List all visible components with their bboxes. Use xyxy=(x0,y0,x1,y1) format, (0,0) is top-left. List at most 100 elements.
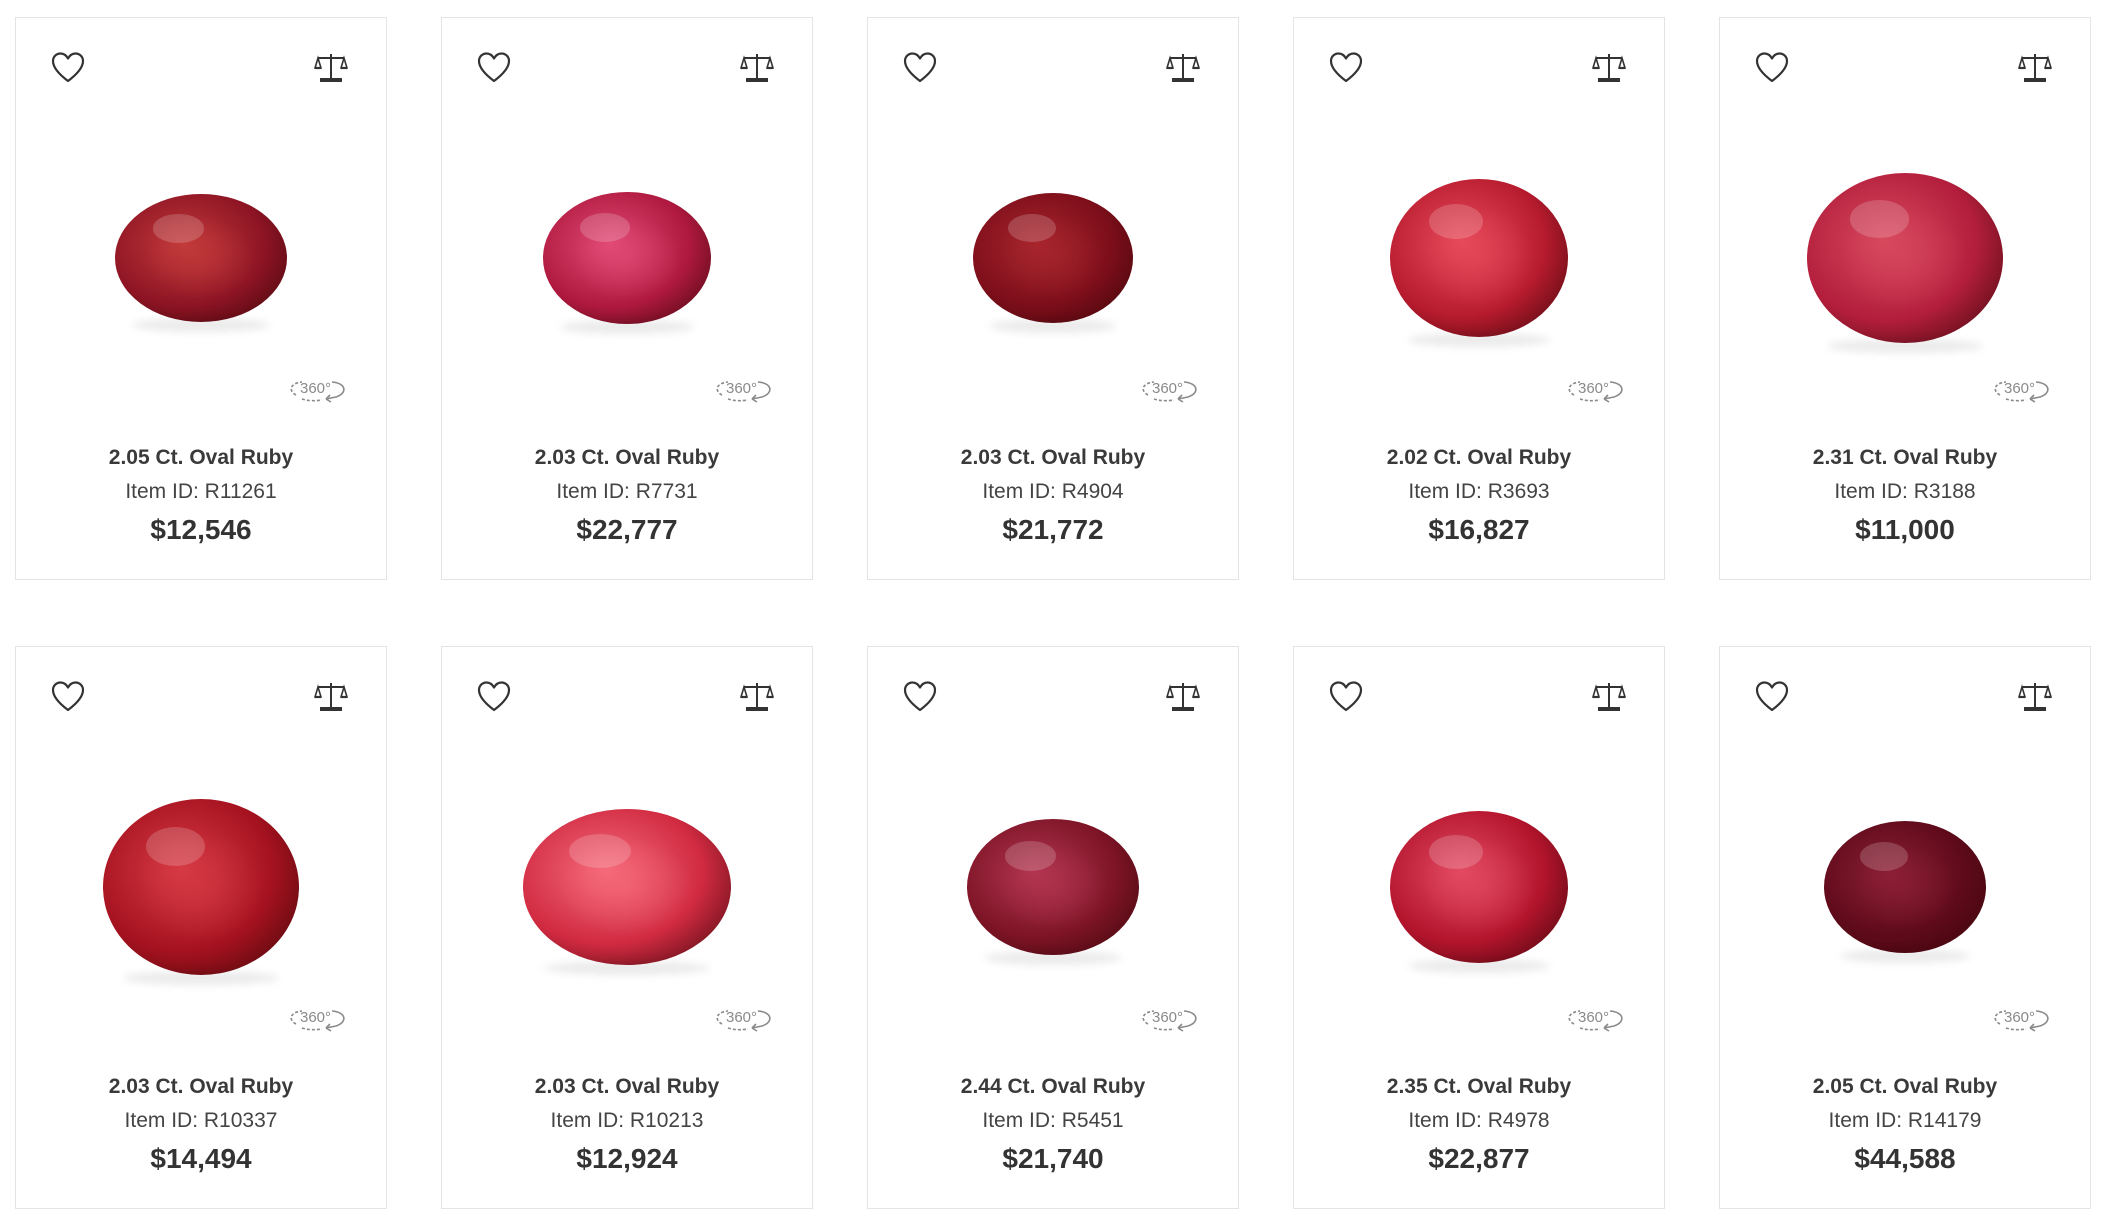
product-grid: 360° 2.05 Ct. Oval Ruby Item ID: R11261 … xyxy=(15,17,2091,1209)
scale-compare-icon[interactable] xyxy=(1166,50,1200,84)
gem-image[interactable] xyxy=(868,138,1238,378)
product-title[interactable]: 2.05 Ct. Oval Ruby xyxy=(1720,1075,2090,1099)
ruby-gem xyxy=(1807,173,2003,353)
gem-image[interactable] xyxy=(442,767,812,1007)
product-item-id: Item ID: R7731 xyxy=(556,480,698,503)
scale-compare-icon[interactable] xyxy=(314,50,348,84)
product-price: $11,000 xyxy=(1855,514,1955,545)
product-title[interactable]: 2.44 Ct. Oval Ruby xyxy=(868,1075,1238,1099)
product-title[interactable]: 2.03 Ct. Oval Ruby xyxy=(442,1075,812,1099)
scale-compare-icon[interactable] xyxy=(740,50,774,84)
rotate-360-label: 360° xyxy=(300,1009,331,1026)
product-price: $14,494 xyxy=(150,1143,252,1174)
product-title[interactable]: 2.35 Ct. Oval Ruby xyxy=(1294,1075,1664,1099)
product-card[interactable]: 360° 2.02 Ct. Oval Ruby Item ID: R3693 $… xyxy=(1293,17,1665,580)
product-card[interactable]: 360° 2.31 Ct. Oval Ruby Item ID: R3188 $… xyxy=(1719,17,2091,580)
gem-image[interactable] xyxy=(1720,138,2090,378)
scale-compare-icon[interactable] xyxy=(1592,50,1626,84)
product-card[interactable]: 360° 2.03 Ct. Oval Ruby Item ID: R10213 … xyxy=(441,646,813,1209)
product-title[interactable]: 2.03 Ct. Oval Ruby xyxy=(442,446,812,470)
product-price: $22,877 xyxy=(1428,1143,1530,1174)
product-item-id: Item ID: R3693 xyxy=(1408,480,1550,503)
ruby-gem xyxy=(1824,821,1986,963)
360-view-icon[interactable]: 360° xyxy=(1564,1002,1626,1038)
gem-image[interactable] xyxy=(442,138,812,378)
rotate-360-label: 360° xyxy=(2004,380,2035,397)
product-card[interactable]: 360° 2.44 Ct. Oval Ruby Item ID: R5451 $… xyxy=(867,646,1239,1209)
product-price: $21,772 xyxy=(1002,514,1104,545)
product-card[interactable]: 360° 2.05 Ct. Oval Ruby Item ID: R14179 … xyxy=(1719,646,2091,1209)
product-item-id: Item ID: R3188 xyxy=(1834,480,1976,503)
product-price: $21,740 xyxy=(1002,1143,1104,1174)
product-price: $12,924 xyxy=(576,1143,678,1174)
360-view-icon[interactable]: 360° xyxy=(1138,373,1200,409)
ruby-gem xyxy=(543,192,711,334)
gem-image[interactable] xyxy=(16,138,386,378)
heart-icon[interactable] xyxy=(902,679,938,715)
product-card[interactable]: 360° 2.03 Ct. Oval Ruby Item ID: R4904 $… xyxy=(867,17,1239,580)
scale-compare-icon[interactable] xyxy=(2018,50,2052,84)
360-view-icon[interactable]: 360° xyxy=(712,373,774,409)
rotate-360-label: 360° xyxy=(726,380,757,397)
360-view-icon[interactable]: 360° xyxy=(1990,373,2052,409)
360-view-icon[interactable]: 360° xyxy=(1138,1002,1200,1038)
gem-image[interactable] xyxy=(868,767,1238,1007)
product-title[interactable]: 2.03 Ct. Oval Ruby xyxy=(16,1075,386,1099)
heart-icon[interactable] xyxy=(1328,50,1364,86)
heart-icon[interactable] xyxy=(476,50,512,86)
heart-icon[interactable] xyxy=(50,50,86,86)
product-item-id: Item ID: R10337 xyxy=(124,1109,278,1132)
rotate-360-label: 360° xyxy=(300,380,331,397)
ruby-gem xyxy=(523,809,731,975)
product-title[interactable]: 2.03 Ct. Oval Ruby xyxy=(868,446,1238,470)
product-price: $44,588 xyxy=(1854,1143,1956,1174)
scale-compare-icon[interactable] xyxy=(740,679,774,713)
scale-compare-icon[interactable] xyxy=(2018,679,2052,713)
ruby-gem xyxy=(967,819,1139,965)
heart-icon[interactable] xyxy=(50,679,86,715)
heart-icon[interactable] xyxy=(476,679,512,715)
ruby-gem xyxy=(1390,811,1568,973)
360-view-icon[interactable]: 360° xyxy=(286,1002,348,1038)
product-item-id: Item ID: R4904 xyxy=(982,480,1124,503)
360-view-icon[interactable]: 360° xyxy=(286,373,348,409)
scale-compare-icon[interactable] xyxy=(314,679,348,713)
ruby-gem xyxy=(1390,179,1568,347)
rotate-360-label: 360° xyxy=(1578,380,1609,397)
product-price: $22,777 xyxy=(576,514,678,545)
scale-compare-icon[interactable] xyxy=(1592,679,1626,713)
gem-image[interactable] xyxy=(1720,767,2090,1007)
360-view-icon[interactable]: 360° xyxy=(1564,373,1626,409)
product-card[interactable]: 360° 2.03 Ct. Oval Ruby Item ID: R10337 … xyxy=(15,646,387,1209)
gem-image[interactable] xyxy=(1294,767,1664,1007)
product-card[interactable]: 360° 2.05 Ct. Oval Ruby Item ID: R11261 … xyxy=(15,17,387,580)
scale-compare-icon[interactable] xyxy=(1166,679,1200,713)
product-item-id: Item ID: R4978 xyxy=(1408,1109,1550,1132)
product-price: $16,827 xyxy=(1428,514,1530,545)
heart-icon[interactable] xyxy=(1754,679,1790,715)
heart-icon[interactable] xyxy=(1754,50,1790,86)
product-title[interactable]: 2.02 Ct. Oval Ruby xyxy=(1294,446,1664,470)
product-item-id: Item ID: R5451 xyxy=(982,1109,1124,1132)
ruby-gem xyxy=(115,194,287,332)
rotate-360-label: 360° xyxy=(1578,1009,1609,1026)
ruby-gem xyxy=(103,799,299,985)
product-card[interactable]: 360° 2.35 Ct. Oval Ruby Item ID: R4978 $… xyxy=(1293,646,1665,1209)
ruby-gem xyxy=(973,193,1133,333)
product-item-id: Item ID: R11261 xyxy=(125,480,277,503)
product-title[interactable]: 2.05 Ct. Oval Ruby xyxy=(16,446,386,470)
product-price: $12,546 xyxy=(150,514,252,545)
gem-image[interactable] xyxy=(1294,138,1664,378)
rotate-360-label: 360° xyxy=(1152,1009,1183,1026)
product-item-id: Item ID: R10213 xyxy=(550,1109,704,1132)
rotate-360-label: 360° xyxy=(726,1009,757,1026)
rotate-360-label: 360° xyxy=(1152,380,1183,397)
gem-image[interactable] xyxy=(16,767,386,1007)
rotate-360-label: 360° xyxy=(2004,1009,2035,1026)
360-view-icon[interactable]: 360° xyxy=(712,1002,774,1038)
product-card[interactable]: 360° 2.03 Ct. Oval Ruby Item ID: R7731 $… xyxy=(441,17,813,580)
360-view-icon[interactable]: 360° xyxy=(1990,1002,2052,1038)
product-title[interactable]: 2.31 Ct. Oval Ruby xyxy=(1720,446,2090,470)
heart-icon[interactable] xyxy=(1328,679,1364,715)
heart-icon[interactable] xyxy=(902,50,938,86)
